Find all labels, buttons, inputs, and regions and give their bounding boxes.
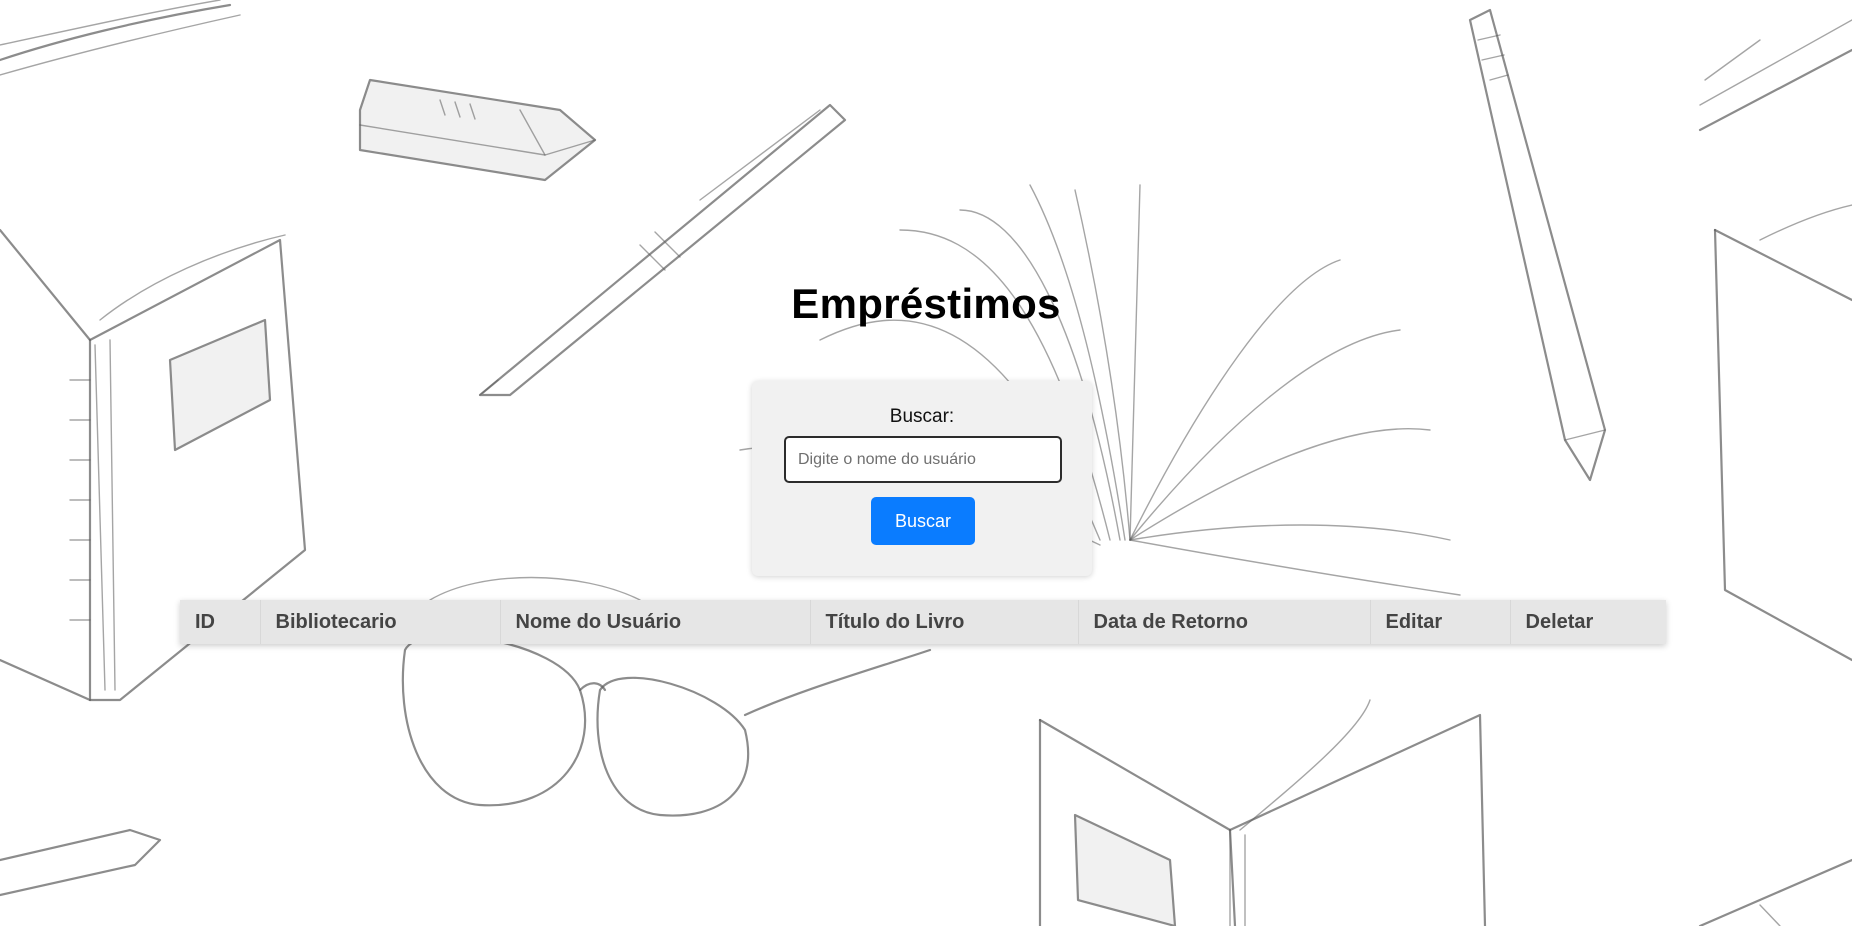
book-icon bbox=[0, 0, 241, 76]
eraser-icon bbox=[358, 78, 597, 182]
column-header-id: ID bbox=[180, 600, 261, 644]
page-title: Empréstimos bbox=[791, 280, 1061, 327]
pen-icon bbox=[1698, 858, 1852, 926]
search-panel: Buscar: Buscar bbox=[752, 381, 1092, 576]
pencil-icon bbox=[1468, 8, 1607, 482]
column-header-deletar: Deletar bbox=[1510, 600, 1666, 644]
column-header-nome-usuario: Nome do Usuário bbox=[500, 600, 811, 644]
page: Empréstimos Buscar: Buscar ID bbox=[0, 0, 1852, 926]
table-header-row: ID Bibliotecario Nome do Usuário Título … bbox=[180, 600, 1666, 644]
search-label: Buscar: bbox=[889, 406, 955, 427]
column-header-data-retorno: Data de Retorno bbox=[1078, 600, 1371, 644]
loans-table: ID Bibliotecario Nome do Usuário Título … bbox=[180, 600, 1666, 644]
column-header-editar: Editar bbox=[1370, 600, 1511, 644]
search-input[interactable] bbox=[784, 436, 1062, 483]
book-icon bbox=[1698, 19, 1852, 662]
search-button[interactable]: Buscar bbox=[871, 497, 975, 545]
book-icon bbox=[1038, 699, 1487, 926]
pencil-icon bbox=[0, 828, 162, 897]
column-header-bibliotecario: Bibliotecario bbox=[260, 600, 501, 644]
column-header-titulo-livro: Título do Livro bbox=[810, 600, 1079, 644]
